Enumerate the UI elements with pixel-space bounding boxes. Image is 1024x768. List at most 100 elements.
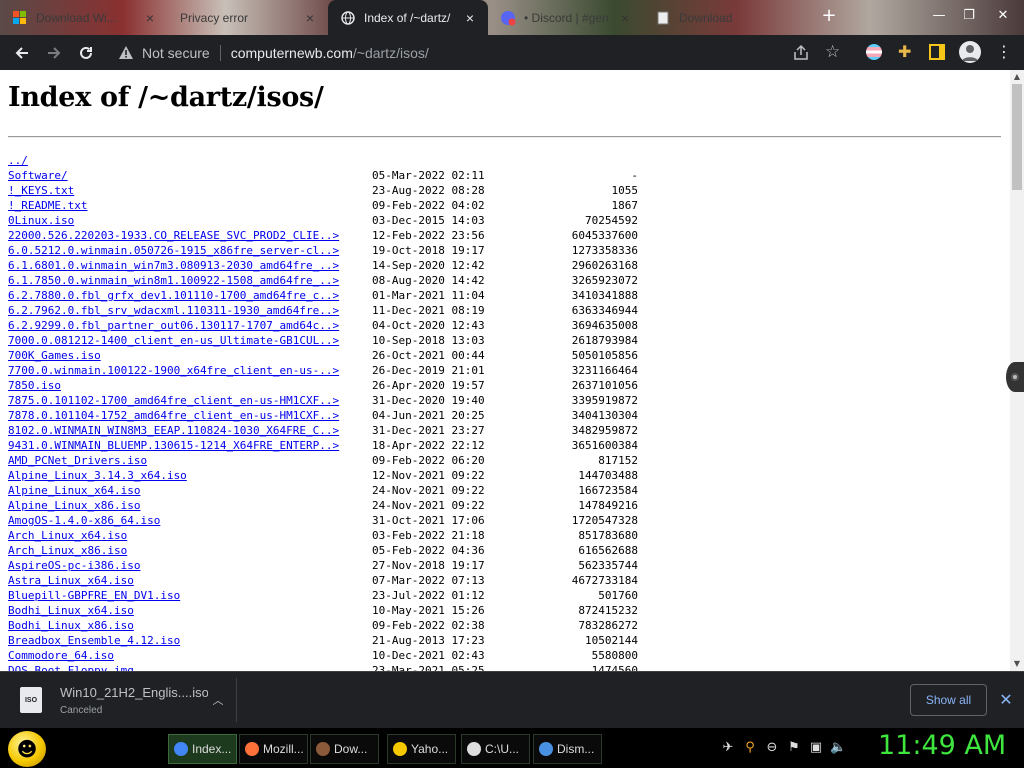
system-tray: ✈ ⚲ ⊖ ⚑ ▣ 🔈 — [720, 736, 847, 760]
bookmark-star-icon[interactable]: ☆ — [825, 43, 843, 61]
file-link[interactable]: Software/ — [8, 168, 68, 183]
minus-circle-tray-icon[interactable]: ⊖ — [764, 740, 780, 756]
file-link[interactable]: AspireOS-pc-i386.iso — [8, 558, 140, 573]
file-size: 147849216 — [578, 499, 638, 512]
listing-row: 8102.0.WINMAIN_WIN8M3_EEAP.110824-1030_X… — [8, 423, 638, 438]
scroll-up-icon[interactable]: ▲ — [1010, 70, 1024, 84]
file-link[interactable]: !_KEYS.txt — [8, 183, 74, 198]
restore-icon[interactable]: ❐ — [952, 0, 986, 30]
tab-download-windows[interactable]: Download Wi... × — [0, 0, 168, 35]
file-link[interactable]: 22000.526.220203-1933.CO_RELEASE_SVC_PRO… — [8, 228, 339, 243]
file-link[interactable]: 6.0.5212.0.winmain.050726-1915_x86fre_se… — [8, 243, 339, 258]
file-link[interactable]: Alpine_Linux_x86.iso — [8, 498, 140, 513]
file-date: 14-Sep-2020 12:42 — [372, 259, 485, 272]
file-size: 783286272 — [578, 619, 638, 632]
share-icon[interactable] — [792, 44, 810, 62]
file-link[interactable]: 7850.iso — [8, 378, 61, 393]
tab-discord[interactable]: • Discord | #gen × — [488, 0, 643, 35]
close-icon[interactable]: × — [142, 10, 158, 26]
taskbar-button[interactable]: Dow... — [310, 734, 379, 764]
tab-download[interactable]: Download — [643, 0, 803, 35]
file-link[interactable]: 700K_Games.iso — [8, 348, 101, 363]
back-icon[interactable] — [6, 37, 38, 69]
file-link[interactable]: Commodore_64.iso — [8, 648, 114, 663]
display-tray-icon[interactable]: ▣ — [808, 740, 824, 756]
tab-privacy-error[interactable]: Privacy error × — [168, 0, 328, 35]
file-link[interactable]: 7700.0.winmain.100122-1900_x64fre_client… — [8, 363, 339, 378]
close-icon[interactable]: × — [617, 10, 633, 26]
file-link[interactable]: 8102.0.WINMAIN_WIN8M3_EEAP.110824-1030_X… — [8, 423, 339, 438]
profile-flag-icon[interactable] — [866, 44, 882, 60]
taskbar-button[interactable]: Mozill... — [239, 734, 308, 764]
file-link[interactable]: Breadbox_Ensemble_4.12.iso — [8, 633, 180, 648]
file-link[interactable]: Bodhi_Linux_x64.iso — [8, 603, 134, 618]
file-link[interactable]: ../ — [8, 153, 28, 168]
file-link[interactable]: 7000.0.081212-1400_client_en-us_Ultimate… — [8, 333, 339, 348]
close-window-icon[interactable]: ✕ — [986, 0, 1020, 30]
search-tray-icon[interactable]: ⚲ — [742, 740, 758, 756]
file-link[interactable]: Arch_Linux_x64.iso — [8, 528, 127, 543]
menu-kebab-icon[interactable]: ⋮ — [996, 42, 1012, 62]
extensions-puzzle-icon[interactable]: ✚ — [898, 43, 916, 61]
file-link[interactable]: 6.2.7880.0.fbl_grfx_dev1.101110-1700_amd… — [8, 288, 339, 303]
windows-logo-icon — [12, 10, 28, 26]
download-status: Canceled — [60, 704, 103, 716]
listing-row: !_README.txt 09-Feb-2022 04:02 1867 — [8, 198, 638, 213]
listing-row: 7878.0.101104-1752_amd64fre_client_en-us… — [8, 408, 638, 423]
listing-row: 7850.iso 26-Apr-2020 19:57 2637101056 — [8, 378, 638, 393]
taskbar-button[interactable]: C:\U... — [461, 734, 530, 764]
file-link[interactable]: 7875.0.101102-1700_amd64fre_client_en-us… — [8, 393, 339, 408]
file-link[interactable]: AmogOS-1.4.0-x86_64.iso — [8, 513, 160, 528]
file-link[interactable]: 6.1.7850.0.winmain_win8m1.100922-1508_am… — [8, 273, 339, 288]
taskbar-button-label: Index... — [192, 742, 232, 756]
file-link[interactable]: AMD_PCNet_Drivers.iso — [8, 453, 147, 468]
file-link[interactable]: Alpine_Linux_3.14.3_x64.iso — [8, 468, 187, 483]
volume-icon[interactable]: 🔈 — [830, 740, 846, 756]
file-link[interactable]: !_README.txt — [8, 198, 87, 213]
listing-row: 7700.0.winmain.100122-1900_x64fre_client… — [8, 363, 638, 378]
file-date: 05-Feb-2022 04:36 — [372, 544, 485, 557]
file-link[interactable]: Arch_Linux_x86.iso — [8, 543, 127, 558]
file-link[interactable]: 6.2.9299.0.fbl_partner_out06.130117-1707… — [8, 318, 339, 333]
network-tray-icon[interactable]: ✈ — [720, 740, 736, 756]
file-link[interactable]: 9431.0.WINMAIN_BLUEMP.130615-1214_X64FRE… — [8, 438, 339, 453]
listing-row: 7875.0.101102-1700_amd64fre_client_en-us… — [8, 393, 638, 408]
new-tab-button[interactable]: + — [812, 0, 846, 30]
file-link[interactable]: Alpine_Linux_x64.iso — [8, 483, 140, 498]
taskbar-clock[interactable]: 11:49 AM — [878, 730, 1006, 761]
taskbar-button[interactable]: Index... — [168, 734, 237, 764]
close-icon[interactable]: × — [302, 10, 318, 26]
listing-row: ../ — [8, 153, 638, 168]
file-link[interactable]: Astra_Linux_x64.iso — [8, 573, 134, 588]
close-icon[interactable]: × — [462, 10, 478, 26]
taskbar-button[interactable]: Yaho... — [387, 734, 456, 764]
start-button-smiley-icon[interactable]: ☻ — [8, 731, 46, 767]
address-bar[interactable]: Not secure computernewb.com/~dartz/isos/ — [108, 39, 856, 67]
side-panel-icon[interactable] — [929, 44, 945, 60]
tab-index-of-dartz[interactable]: Index of /~dartz/ × — [328, 0, 488, 35]
file-link[interactable]: 6.1.6801.0.winmain_win7m3.080913-2030_am… — [8, 258, 339, 273]
file-link[interactable]: Bluepill-GBPFRE_EN_DV1.iso — [8, 588, 180, 603]
close-shelf-icon[interactable]: ✕ — [996, 690, 1016, 710]
flag-tray-icon[interactable]: ⚑ — [786, 740, 802, 756]
tab-title: Download — [679, 10, 733, 25]
listing-row: 9431.0.WINMAIN_BLUEMP.130615-1214_X64FRE… — [8, 438, 638, 453]
file-date: 12-Nov-2021 09:22 — [372, 469, 485, 482]
file-link[interactable]: 7878.0.101104-1752_amd64fre_client_en-us… — [8, 408, 339, 423]
download-item[interactable]: ISO Win10_21H2_Englis....iso Canceled ︿ — [8, 672, 236, 728]
file-link[interactable]: Bodhi_Linux_x86.iso — [8, 618, 134, 633]
file-link[interactable]: DOS_Boot_Floppy.img — [8, 663, 134, 671]
scrollbar-thumb[interactable] — [1012, 84, 1022, 190]
chevron-up-icon[interactable]: ︿ — [208, 692, 228, 708]
file-link[interactable]: 0Linux.iso — [8, 213, 74, 228]
profile-avatar-icon[interactable] — [959, 41, 981, 63]
minimize-icon[interactable]: — — [922, 0, 956, 30]
reload-icon[interactable] — [70, 37, 102, 69]
scroll-down-icon[interactable]: ▼ — [1010, 657, 1024, 671]
forward-icon[interactable] — [38, 37, 70, 69]
security-indicator[interactable]: Not secure — [118, 45, 210, 61]
show-all-button[interactable]: Show all — [910, 684, 987, 716]
taskbar-button[interactable]: Dism... — [533, 734, 602, 764]
file-size: 3694635008 — [571, 319, 638, 332]
file-link[interactable]: 6.2.7962.0.fbl_srv_wdacxml.110311-1930_a… — [8, 303, 339, 318]
